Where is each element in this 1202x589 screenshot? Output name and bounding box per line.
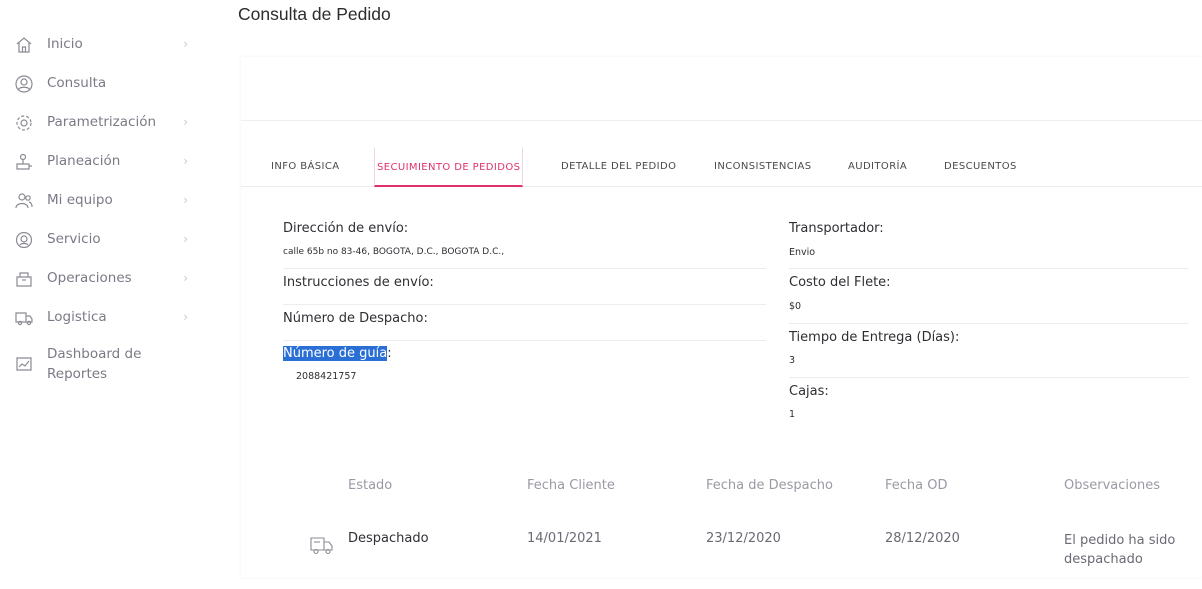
direccion-label: Dirección de envío: xyxy=(283,221,409,236)
fecha-od-cell: 28/12/2020 xyxy=(885,531,960,546)
sidebar-item-label: Logistica xyxy=(47,309,107,325)
sidebar-item-label: Parametrización xyxy=(47,114,157,130)
planning-icon xyxy=(14,152,36,174)
sidebar: Inicio › Consulta Parametrización › Plan… xyxy=(0,0,205,589)
chevron-right-icon: › xyxy=(183,310,188,324)
delivery-truck-icon xyxy=(309,534,335,556)
sidebar-item-operaciones[interactable]: Operaciones › xyxy=(14,268,194,298)
column-header-fecha-despacho: Fecha de Despacho xyxy=(706,478,833,493)
tiempo-entrega-value: 3 xyxy=(789,355,796,366)
tab-info-basica[interactable]: INFO BÁSICA xyxy=(269,147,341,187)
tab-inconsistencias[interactable]: INCONSISTENCIAS xyxy=(712,147,813,187)
column-header-fecha-cliente: Fecha Cliente xyxy=(527,478,615,493)
flete-value: $0 xyxy=(789,301,802,312)
guia-value: 2088421757 xyxy=(296,371,357,382)
instrucciones-label: Instrucciones de envío: xyxy=(283,275,434,290)
sidebar-item-label: Dashboard de Reportes xyxy=(47,346,142,382)
guia-label: Número de guía: xyxy=(283,346,392,361)
flete-label: Costo del Flete: xyxy=(789,275,891,290)
sidebar-item-label: Inicio xyxy=(47,36,83,52)
gear-icon xyxy=(14,113,36,135)
sidebar-item-label: Consulta xyxy=(47,75,107,91)
page-title: Consulta de Pedido xyxy=(238,4,391,24)
sidebar-item-label: Planeación xyxy=(47,153,121,169)
chart-icon xyxy=(14,354,36,376)
cajas-label: Cajas: xyxy=(789,384,829,399)
despacho-label: Número de Despacho: xyxy=(283,311,428,326)
chevron-right-icon: › xyxy=(183,154,188,168)
fecha-cliente-cell: 14/01/2021 xyxy=(527,531,602,546)
tiempo-entrega-label: Tiempo de Entrega (Días): xyxy=(789,330,960,345)
tab-bar: INFO BÁSICA SECUIMIENTO DE PEDIDOS DETAL… xyxy=(241,147,1202,187)
chevron-right-icon: › xyxy=(183,115,188,129)
sidebar-item-inicio[interactable]: Inicio › xyxy=(14,34,194,64)
home-icon xyxy=(14,35,36,57)
support-icon xyxy=(14,230,36,252)
column-header-observaciones: Observaciones xyxy=(1064,478,1160,493)
sidebar-item-mi-equipo[interactable]: Mi equipo › xyxy=(14,190,194,220)
divider xyxy=(789,268,1189,269)
fecha-despacho-cell: 23/12/2020 xyxy=(706,531,781,546)
tab-auditoria[interactable]: AUDITORÍA xyxy=(846,147,909,187)
sidebar-item-logistica[interactable]: Logistica › xyxy=(14,307,194,337)
observaciones-cell: El pedido ha sido despachado xyxy=(1064,533,1176,567)
divider xyxy=(283,340,766,341)
direccion-value: calle 65b no 83-46, BOGOTA, D.C., BOGOTA… xyxy=(283,247,505,257)
tab-seguimiento-pedidos[interactable]: SECUIMIENTO DE PEDIDOS xyxy=(374,147,524,187)
transportador-value: Envio xyxy=(789,247,816,258)
sidebar-item-label: Operaciones xyxy=(47,270,132,286)
column-header-estado: Estado xyxy=(348,478,393,493)
chevron-right-icon: › xyxy=(183,193,188,207)
sidebar-item-label: Mi equipo xyxy=(47,192,113,208)
sidebar-item-consulta[interactable]: Consulta xyxy=(14,73,194,103)
divider xyxy=(283,304,766,305)
divider xyxy=(283,268,766,269)
cajas-value: 1 xyxy=(789,409,796,420)
sidebar-item-parametrizacion[interactable]: Parametrización › xyxy=(14,112,194,142)
sidebar-item-dashboard[interactable]: Dashboard de Reportes xyxy=(14,344,194,386)
sidebar-item-servicio[interactable]: Servicio › xyxy=(14,229,194,259)
column-header-fecha-od: Fecha OD xyxy=(885,478,948,493)
transportador-label: Transportador: xyxy=(789,221,884,236)
operations-icon xyxy=(14,269,36,291)
divider xyxy=(789,377,1189,378)
chevron-right-icon: › xyxy=(183,37,188,51)
user-circle-icon xyxy=(14,74,36,96)
tab-descuentos[interactable]: DESCUENTOS xyxy=(942,147,1019,187)
truck-icon xyxy=(14,308,36,330)
estado-cell: Despachado xyxy=(348,531,429,546)
chevron-right-icon: › xyxy=(183,271,188,285)
sidebar-item-label: Servicio xyxy=(47,231,101,247)
selected-text: Número de guía xyxy=(283,346,388,361)
tab-detalle-pedido[interactable]: DETALLE DEL PEDIDO xyxy=(559,147,678,187)
team-icon xyxy=(14,191,36,213)
divider xyxy=(241,120,1202,121)
sidebar-item-planeacion[interactable]: Planeación › xyxy=(14,151,194,181)
divider xyxy=(789,323,1189,324)
chevron-right-icon: › xyxy=(183,232,188,246)
